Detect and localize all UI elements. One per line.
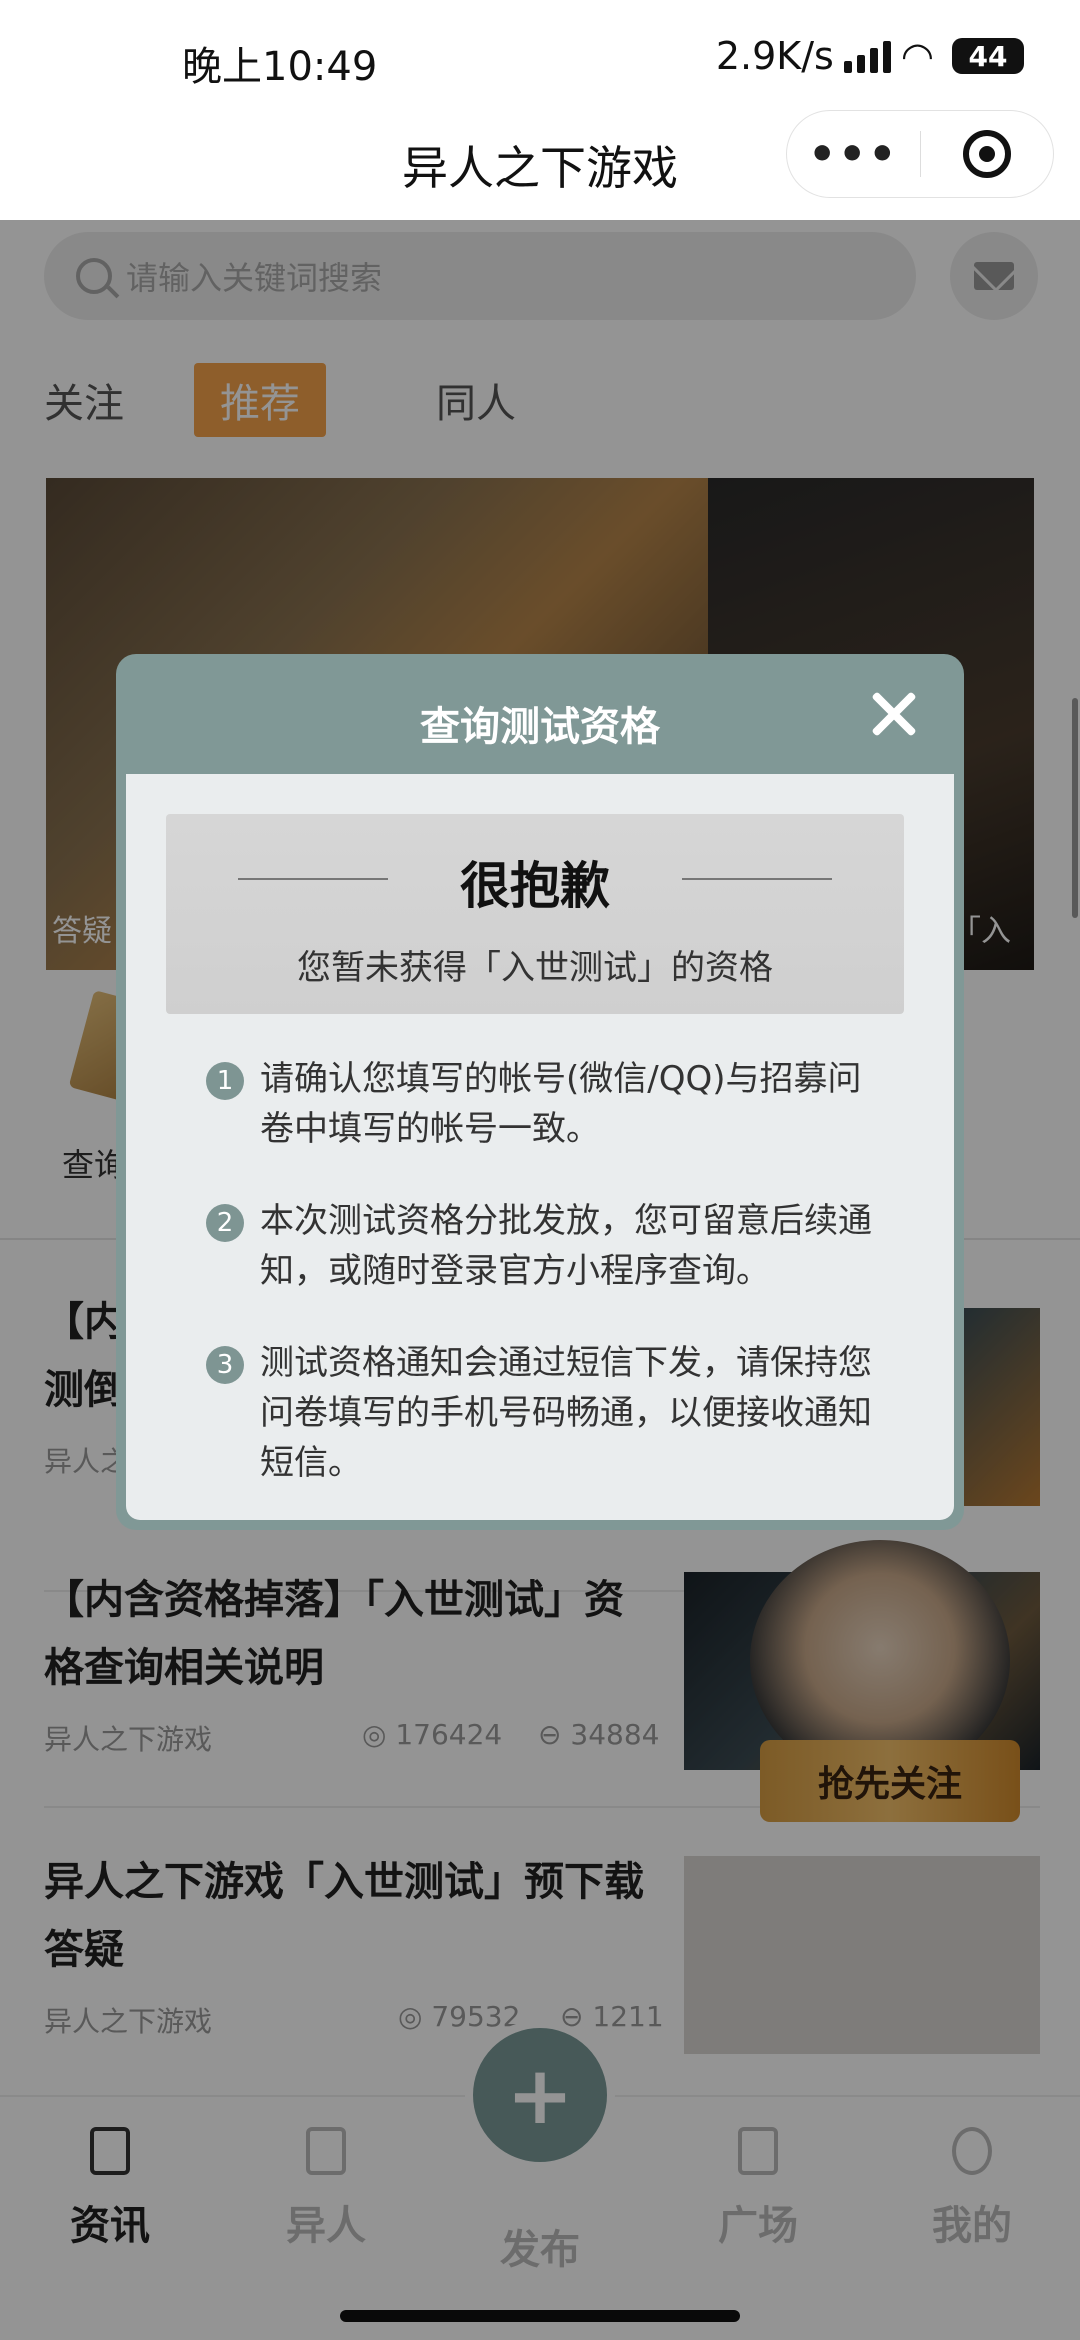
nav-bar: 异人之下游戏 ••• — [0, 110, 1080, 220]
signal-icon — [843, 39, 891, 73]
note-text: 测试资格通知会通过短信下发，请保持您问卷填写的手机号码畅通，以便接收通知短信。 — [260, 1343, 872, 1483]
status-time: 晚上10:49 — [182, 44, 378, 90]
note-number: 3 — [206, 1346, 244, 1384]
note-text: 请确认您填写的帐号(微信/QQ)与招募问卷中填写的帐号一致。 — [260, 1059, 862, 1149]
status-bar: 晚上10:49 2.9K/s ◠ 44 — [0, 0, 1080, 110]
note-item: 2 本次测试资格分批发放，您可留意后续通知，或随时登录官方小程序查询。 — [206, 1196, 886, 1296]
note-item: 1 请确认您填写的帐号(微信/QQ)与招募问卷中填写的帐号一致。 — [206, 1054, 886, 1154]
more-icon[interactable]: ••• — [787, 129, 920, 180]
close-icon[interactable] — [870, 690, 918, 738]
modal-title: 查询测试资格 — [420, 704, 660, 750]
note-number: 1 — [206, 1062, 244, 1100]
status-indicators: 2.9K/s ◠ 44 — [716, 34, 1024, 78]
note-number: 2 — [206, 1204, 244, 1242]
wifi-icon: ◠ — [900, 34, 934, 78]
note-text: 本次测试资格分批发放，您可留意后续通知，或随时登录官方小程序查询。 — [260, 1201, 872, 1291]
network-speed: 2.9K/s — [715, 34, 834, 78]
target-icon — [962, 130, 1011, 178]
notes-list: 1 请确认您填写的帐号(微信/QQ)与招募问卷中填写的帐号一致。 2 本次测试资… — [206, 1054, 886, 1530]
close-miniprogram-button[interactable] — [920, 130, 1053, 178]
qualification-modal: 查询测试资格 很抱歉 您暂未获得「入世测试」的资格 1 请确认您填写的帐号(微信… — [116, 654, 964, 1530]
sorry-title: 很抱歉 — [460, 857, 610, 915]
battery-icon: 44 — [952, 38, 1024, 74]
result-box: 很抱歉 您暂未获得「入世测试」的资格 — [166, 814, 904, 1014]
sorry-subtitle: 您暂未获得「入世测试」的资格 — [297, 948, 773, 988]
note-item: 3 测试资格通知会通过短信下发，请保持您问卷填写的手机号码畅通，以便接收通知短信… — [206, 1338, 886, 1488]
miniprogram-capsule: ••• — [786, 110, 1054, 198]
modal-body: 很抱歉 您暂未获得「入世测试」的资格 1 请确认您填写的帐号(微信/QQ)与招募… — [126, 774, 954, 1520]
